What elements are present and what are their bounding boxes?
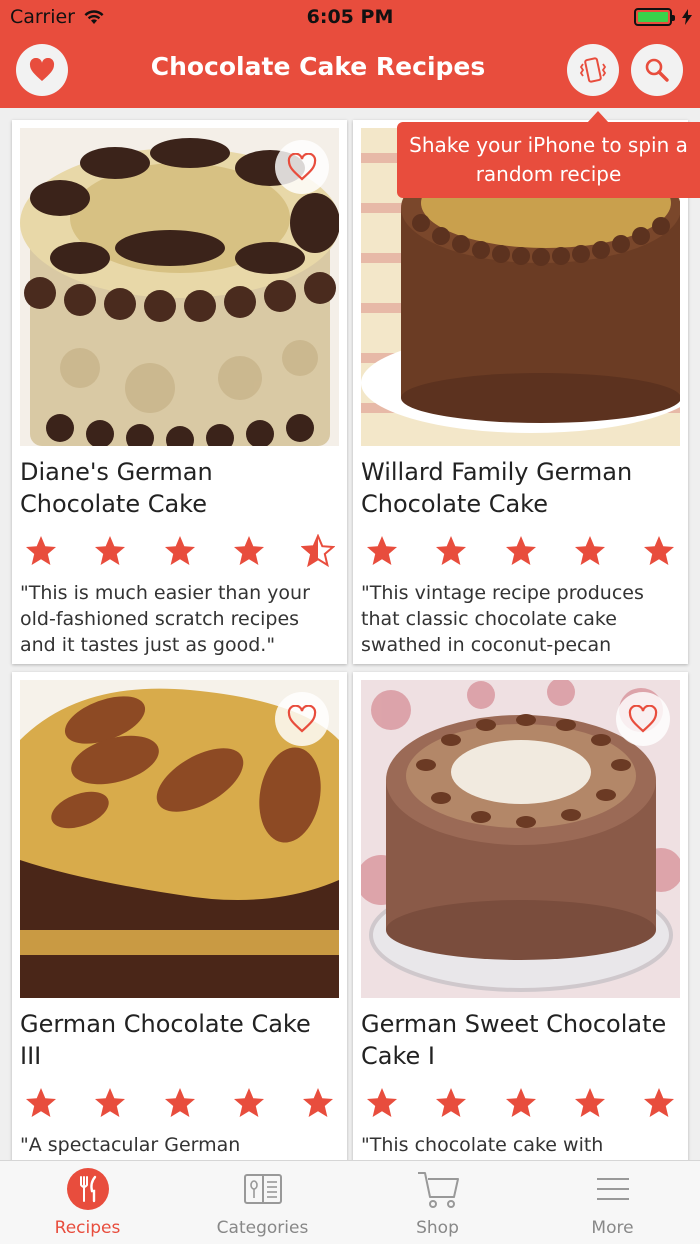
star-full-icon [367, 1088, 397, 1117]
recipe-title: Diane's German Chocolate Cake [20, 458, 213, 518]
favorite-toggle[interactable] [616, 692, 670, 746]
tab-label: Recipes [54, 1218, 121, 1238]
rating-stars [20, 534, 339, 568]
menu-icon [597, 1178, 629, 1200]
tab-label: More [591, 1218, 634, 1238]
star-full-icon [303, 1088, 333, 1117]
page-title: Chocolate Cake Recipes [150, 52, 486, 81]
clock: 6:05 PM [306, 6, 394, 28]
recipe-description: "This vintage recipe produces that class… [361, 582, 644, 656]
star-full-icon [233, 1088, 264, 1117]
charging-bolt-icon [682, 9, 692, 25]
star-half-icon [301, 534, 335, 568]
tab-shop[interactable]: Shop [350, 1161, 525, 1244]
heart-outline-icon [287, 153, 317, 181]
tab-label: Categories [216, 1218, 309, 1238]
star-full-icon [505, 536, 536, 565]
recipe-photo [361, 680, 680, 998]
star-full-icon [644, 536, 674, 565]
star-full-icon [367, 536, 397, 565]
recipe-title: German Chocolate Cake III [20, 1010, 311, 1070]
star-full-icon [505, 1088, 536, 1117]
battery-icon [634, 8, 675, 26]
rating-stars [361, 534, 680, 568]
recipe-description: "This is much easier than your old-fashi… [20, 582, 310, 656]
star-full-icon [164, 536, 195, 565]
star-full-icon [644, 1088, 674, 1117]
tab-label: Shop [416, 1218, 459, 1238]
recipe-photo [20, 680, 339, 998]
star-full-icon [95, 1088, 126, 1117]
recipe-card[interactable]: Diane's German Chocolate Cake "This is m… [12, 120, 347, 664]
star-full-icon [574, 1088, 605, 1117]
book-icon [244, 1174, 282, 1204]
rating-stars [361, 1086, 680, 1120]
recipe-card[interactable]: German Chocolate Cake III "A spectacular… [12, 672, 347, 1160]
favorite-toggle[interactable] [275, 692, 329, 746]
star-full-icon [26, 536, 56, 565]
recipe-title: German Sweet Chocolate Cake I [361, 1010, 667, 1070]
recipe-title: Willard Family German Chocolate Cake [361, 458, 633, 518]
heart-outline-icon [628, 705, 658, 733]
star-full-icon [574, 536, 605, 565]
recipe-card[interactable]: German Sweet Chocolate Cake I "This choc… [353, 672, 688, 1160]
star-full-icon [233, 536, 264, 565]
shake-tooltip[interactable]: Shake your iPhone to spin a random recip… [397, 122, 700, 198]
shake-random-button[interactable] [567, 44, 619, 96]
rating-stars [20, 1086, 339, 1120]
star-full-icon [26, 1088, 56, 1117]
recipe-photo [20, 128, 339, 446]
cart-icon [418, 1172, 459, 1208]
star-full-icon [436, 536, 467, 565]
tab-categories[interactable]: Categories [175, 1161, 350, 1244]
battery-indicator [634, 8, 692, 26]
shake-phone-icon [579, 57, 607, 83]
recipe-grid: Diane's German Chocolate Cake "This is m… [0, 108, 700, 1160]
search-button[interactable] [631, 44, 683, 96]
recipe-description: "A spectacular German Chocolate cake mad… [20, 1134, 241, 1156]
recipe-description: "This chocolate cake with [361, 1134, 604, 1156]
tab-recipes[interactable]: Recipes [0, 1161, 175, 1244]
search-icon [645, 58, 669, 82]
app-header: Carrier 6:05 PM Chocolate Cake Recipes [0, 0, 700, 108]
heart-outline-icon [287, 705, 317, 733]
recipe-card[interactable]: Willard Family German Chocolate Cake "Th… [353, 120, 688, 664]
tab-more[interactable]: More [525, 1161, 700, 1244]
star-full-icon [164, 1088, 195, 1117]
status-bar: Carrier 6:05 PM [0, 0, 700, 36]
star-full-icon [95, 536, 126, 565]
tab-bar: Recipes Categories Shop More [0, 1160, 700, 1244]
favorite-toggle[interactable] [275, 140, 329, 194]
star-full-icon [436, 1088, 467, 1117]
fork-knife-icon [67, 1168, 109, 1210]
